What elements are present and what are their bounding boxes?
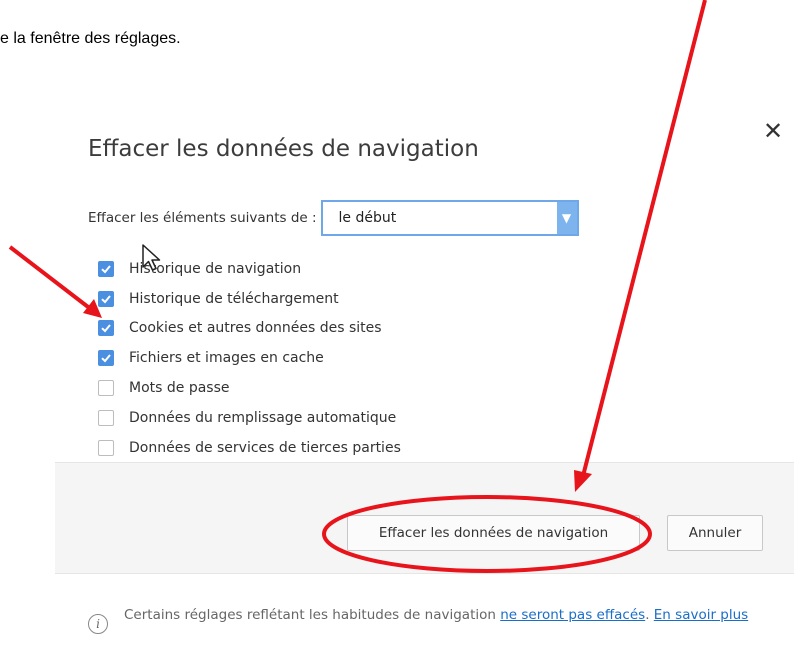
- intro-text: e la fenêtre des réglages.: [0, 30, 181, 47]
- not-cleared-link[interactable]: ne seront pas effacés: [500, 607, 645, 623]
- checkbox-checked[interactable]: [98, 260, 114, 277]
- cancel-button[interactable]: Annuler: [667, 515, 763, 551]
- data-type-list: Historique de navigation Historique de t…: [98, 254, 401, 463]
- checkbox-item-cache[interactable]: Fichiers et images en cache: [98, 343, 401, 373]
- checkbox-unchecked[interactable]: [98, 439, 114, 456]
- annotation-arrow-short: [8, 245, 94, 312]
- info-separator: .: [645, 607, 654, 623]
- checkbox-checked[interactable]: [98, 290, 114, 307]
- checkbox-checked[interactable]: [98, 350, 114, 367]
- checkbox-item-cookies[interactable]: Cookies et autres données des sites: [98, 314, 401, 344]
- mouse-pointer-icon: [142, 244, 161, 271]
- checkbox-checked[interactable]: [98, 320, 114, 337]
- checkbox-item-download-history[interactable]: Historique de téléchargement: [98, 284, 401, 314]
- annotation-arrow-long: [581, 0, 707, 477]
- checkbox-unchecked[interactable]: [98, 409, 114, 426]
- checkbox-item-autofill[interactable]: Données du remplissage automatique: [98, 403, 401, 433]
- checkbox-label: Historique de téléchargement: [129, 290, 339, 307]
- info-text-body: Certains réglages reflétant les habitude…: [124, 607, 501, 623]
- checkbox-item-passwords[interactable]: Mots de passe: [98, 373, 401, 403]
- close-icon[interactable]: ✕: [760, 118, 786, 144]
- chevron-down-icon: ▼: [556, 202, 577, 234]
- time-range-select[interactable]: le début ▼: [320, 200, 579, 236]
- checkbox-label: Fichiers et images en cache: [129, 350, 324, 367]
- info-notice: i Certains réglages reflétant les habitu…: [88, 604, 778, 634]
- time-range-label: Effacer les éléments suivants de :: [88, 210, 317, 226]
- checkbox-label: Cookies et autres données des sites: [129, 320, 382, 337]
- checkbox-unchecked[interactable]: [98, 380, 114, 397]
- time-range-value: le début: [338, 210, 397, 226]
- clear-data-button[interactable]: Effacer les données de navigation: [347, 515, 640, 551]
- checkbox-item-third-party[interactable]: Données de services de tierces parties: [98, 433, 401, 463]
- info-text: Certains réglages reflétant les habitude…: [124, 604, 748, 626]
- checkbox-label: Mots de passe: [129, 380, 230, 397]
- checkbox-label: Données du remplissage automatique: [129, 409, 397, 426]
- checkbox-label: Données de services de tierces parties: [129, 439, 401, 456]
- dialog-title: Effacer les données de navigation: [88, 136, 479, 162]
- time-range-row: Effacer les éléments suivants de : le dé…: [88, 200, 579, 236]
- learn-more-link[interactable]: En savoir plus: [654, 607, 748, 623]
- info-icon: i: [88, 614, 108, 634]
